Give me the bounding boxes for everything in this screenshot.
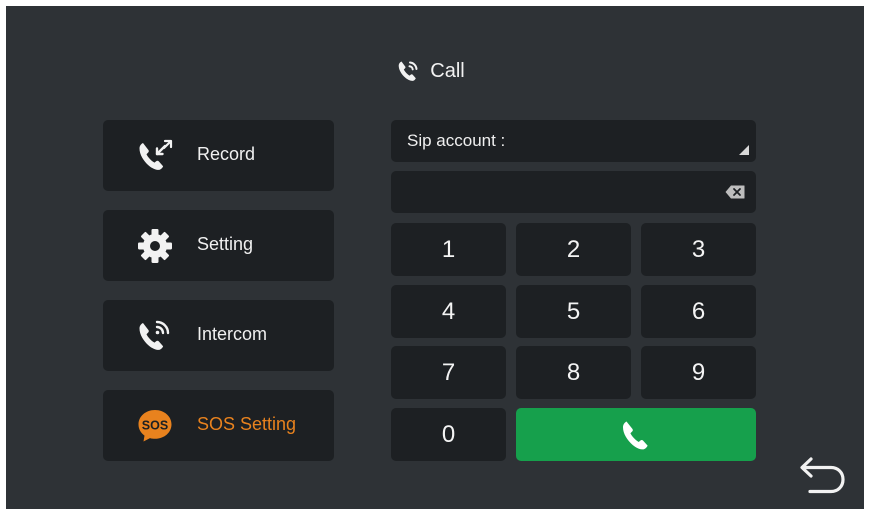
sos-setting-button[interactable]: SOS SOS Setting: [103, 390, 334, 461]
record-label: Record: [197, 144, 256, 164]
sos-icon: SOS: [138, 410, 172, 442]
setting-label: Setting: [197, 234, 254, 254]
back-arrow-icon[interactable]: [798, 454, 848, 498]
key-9[interactable]: 9: [641, 346, 756, 399]
sos-setting-label: SOS Setting: [197, 414, 297, 434]
key-7[interactable]: 7: [391, 346, 506, 399]
call-button[interactable]: [516, 408, 756, 461]
key-8[interactable]: 8: [516, 346, 631, 399]
phone-icon: [622, 421, 648, 449]
page-header: Call: [6, 54, 864, 88]
number-display[interactable]: [391, 171, 756, 213]
key-3[interactable]: 3: [641, 223, 756, 276]
intercom-phone-icon: [139, 320, 170, 350]
setting-button[interactable]: Setting: [103, 210, 334, 281]
key-1[interactable]: 1: [391, 223, 506, 276]
backspace-icon[interactable]: [725, 185, 745, 199]
call-record-icon: [139, 139, 173, 170]
gear-icon: [138, 229, 172, 263]
key-6[interactable]: 6: [641, 285, 756, 338]
sip-account-select[interactable]: Sip account :: [391, 120, 756, 162]
intercom-label: Intercom: [197, 324, 268, 344]
screen: Call Record Setting Intercom SOS SOS Set…: [6, 6, 864, 509]
key-4[interactable]: 4: [391, 285, 506, 338]
intercom-button[interactable]: Intercom: [103, 300, 334, 371]
sip-account-label: Sip account :: [407, 131, 506, 150]
page-title: Call: [430, 59, 465, 82]
svg-text:SOS: SOS: [142, 419, 168, 433]
phone-ringing-icon: [398, 61, 418, 81]
key-0[interactable]: 0: [391, 408, 506, 461]
record-button[interactable]: Record: [103, 120, 334, 191]
dropdown-corner-icon: [739, 145, 749, 155]
key-5[interactable]: 5: [516, 285, 631, 338]
key-2[interactable]: 2: [516, 223, 631, 276]
